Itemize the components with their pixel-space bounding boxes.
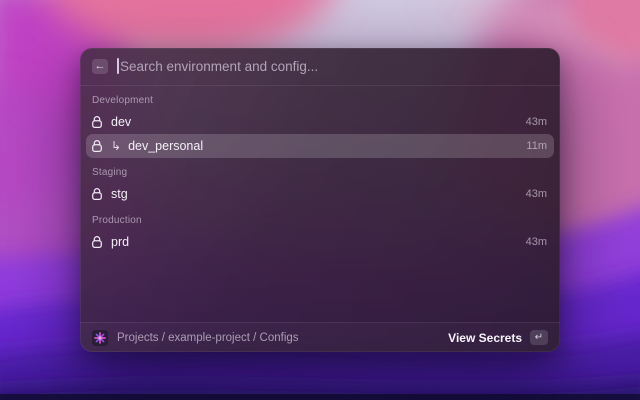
list-item-stg[interactable]: stg 43m bbox=[86, 182, 554, 206]
results-list: Development dev 43m ↳ dev_personal 11m S… bbox=[80, 86, 560, 322]
back-button[interactable]: ← bbox=[92, 59, 108, 74]
section-development: Development dev 43m ↳ dev_personal 11m bbox=[86, 90, 554, 158]
config-name: dev_personal bbox=[128, 139, 204, 153]
enter-key-icon: ↵ bbox=[530, 330, 548, 345]
section-production: Production prd 43m bbox=[86, 210, 554, 254]
config-name: prd bbox=[111, 235, 130, 249]
lock-icon bbox=[91, 139, 103, 153]
config-name: stg bbox=[111, 187, 128, 201]
back-arrow-icon: ← bbox=[94, 60, 106, 72]
search-field-wrap bbox=[117, 48, 548, 85]
config-age: 43m bbox=[525, 188, 547, 200]
extension-logo-icon bbox=[92, 329, 108, 346]
nested-branch-icon: ↳ bbox=[111, 139, 122, 153]
command-palette-window: ← Development dev 43m bbox=[80, 48, 560, 352]
section-header: Development bbox=[92, 95, 154, 106]
lock-icon bbox=[91, 235, 103, 249]
config-age: 43m bbox=[525, 116, 547, 128]
palette-footer: Projects / example-project / Configs Vie… bbox=[80, 322, 560, 352]
config-age: 11m bbox=[526, 140, 547, 152]
section-header: Staging bbox=[92, 167, 128, 178]
section-staging: Staging stg 43m bbox=[86, 162, 554, 206]
config-age: 43m bbox=[525, 236, 547, 248]
list-item-dev-personal[interactable]: ↳ dev_personal 11m bbox=[86, 134, 554, 158]
search-bar: ← bbox=[80, 48, 560, 86]
config-name: dev bbox=[111, 115, 132, 129]
search-input[interactable] bbox=[117, 59, 548, 74]
breadcrumb: Projects / example-project / Configs bbox=[117, 331, 299, 344]
lock-icon bbox=[91, 187, 103, 201]
list-item-dev[interactable]: dev 43m bbox=[86, 110, 554, 134]
desktop: ← Development dev 43m bbox=[0, 0, 640, 400]
view-secrets-button[interactable]: View Secrets ↵ bbox=[448, 330, 548, 345]
list-item-prd[interactable]: prd 43m bbox=[86, 230, 554, 254]
text-caret bbox=[117, 58, 119, 74]
section-header: Production bbox=[92, 215, 142, 226]
lock-icon bbox=[91, 115, 103, 129]
view-secrets-label: View Secrets bbox=[448, 330, 522, 345]
